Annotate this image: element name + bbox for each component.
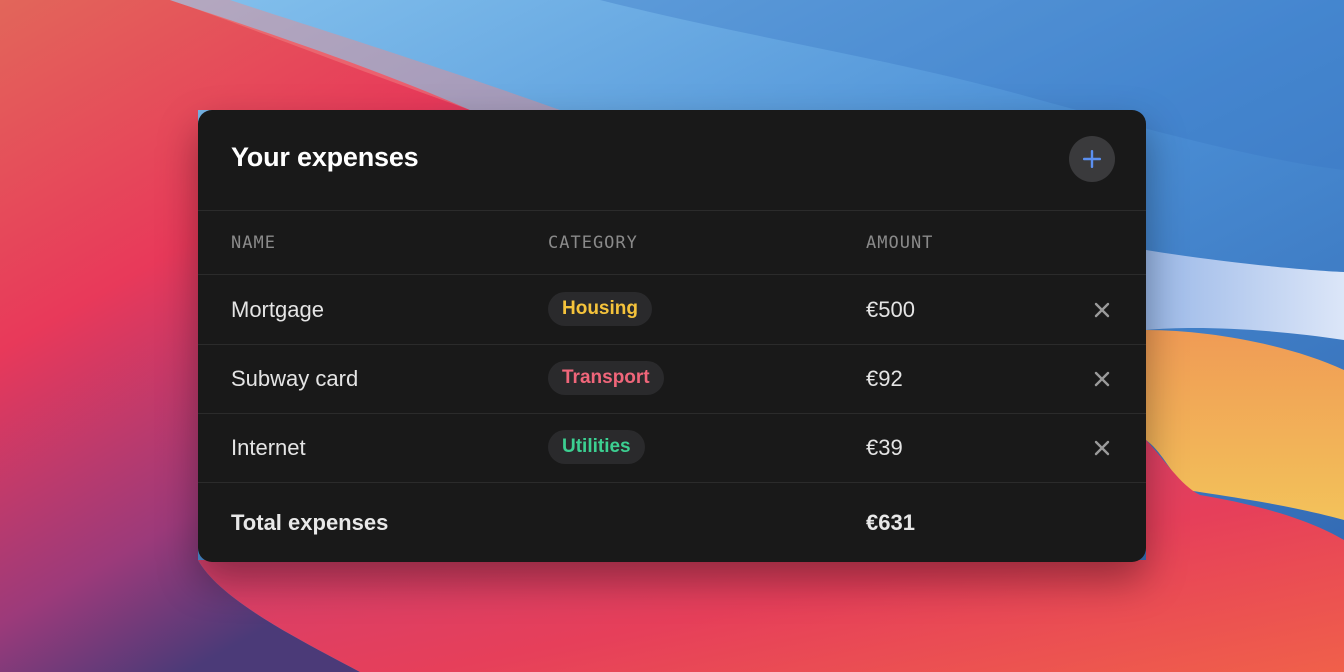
category-badge: Housing bbox=[548, 292, 652, 326]
expense-name: Mortgage bbox=[231, 297, 324, 322]
close-icon bbox=[1094, 371, 1110, 387]
total-label: Total expenses bbox=[231, 510, 389, 535]
remove-expense-button[interactable] bbox=[1091, 368, 1113, 390]
close-icon bbox=[1094, 440, 1110, 456]
category-badge: Utilities bbox=[548, 430, 645, 464]
expense-name: Internet bbox=[231, 435, 306, 460]
expense-amount: €39 bbox=[866, 435, 903, 460]
column-header-category: CATEGORY bbox=[548, 233, 638, 253]
total-row: Total expenses €631 bbox=[198, 482, 1146, 562]
expenses-card: Your expenses NAME CATEGORY AMOUNT Mortg… bbox=[198, 110, 1146, 562]
category-badge: Transport bbox=[548, 361, 664, 395]
page-title: Your expenses bbox=[231, 142, 419, 172]
table-row: Mortgage Housing €500 bbox=[198, 275, 1146, 345]
column-header-amount: AMOUNT bbox=[866, 233, 934, 253]
column-header-name: NAME bbox=[231, 233, 276, 253]
expense-amount: €500 bbox=[866, 297, 915, 322]
remove-expense-button[interactable] bbox=[1091, 299, 1113, 321]
card-header: Your expenses bbox=[198, 110, 1146, 211]
table-header: NAME CATEGORY AMOUNT bbox=[198, 211, 1146, 275]
expense-amount: €92 bbox=[866, 366, 903, 391]
add-expense-button[interactable] bbox=[1069, 136, 1115, 182]
total-amount: €631 bbox=[866, 510, 915, 535]
table-row: Internet Utilities €39 bbox=[198, 413, 1146, 483]
close-icon bbox=[1094, 302, 1110, 318]
remove-expense-button[interactable] bbox=[1091, 437, 1113, 459]
plus-icon bbox=[1083, 150, 1101, 168]
expense-name: Subway card bbox=[231, 366, 359, 391]
table-row: Subway card Transport €92 bbox=[198, 344, 1146, 414]
